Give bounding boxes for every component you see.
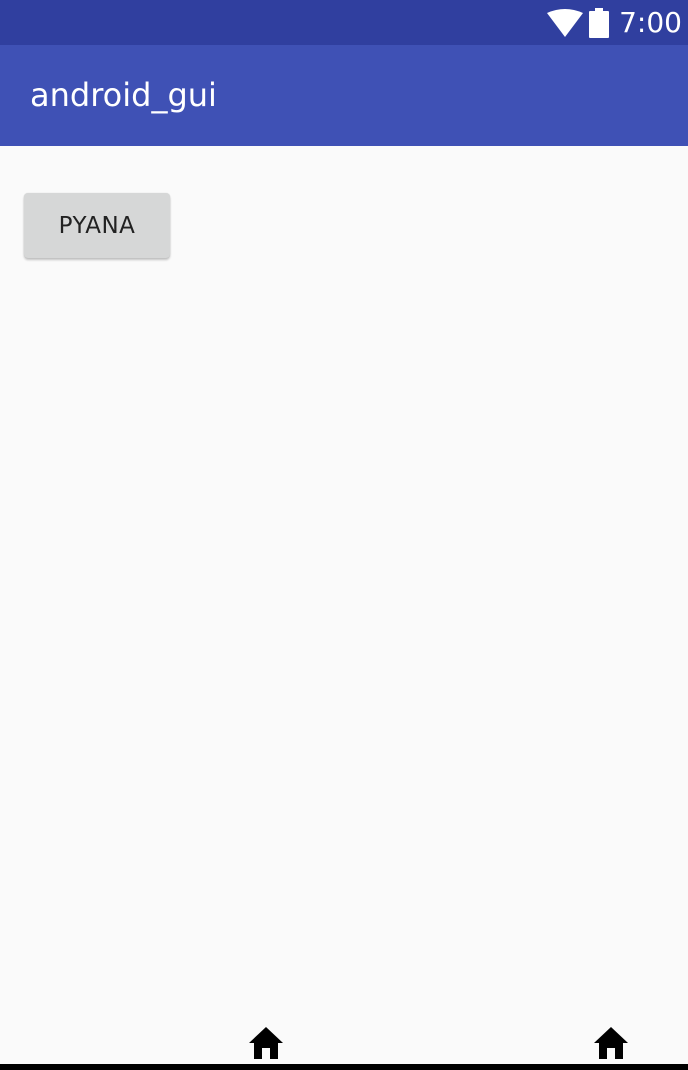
- status-bar: 7:00: [0, 0, 688, 45]
- pyana-button[interactable]: PYANA: [24, 193, 170, 258]
- app-bar: android_gui: [0, 45, 688, 146]
- home-icon[interactable]: [593, 1026, 629, 1060]
- navigation-bar: [0, 1020, 688, 1064]
- status-time: 7:00: [619, 6, 682, 39]
- status-icons: 7:00: [547, 0, 682, 45]
- bottom-edge: [0, 1064, 688, 1070]
- home-icon[interactable]: [248, 1026, 284, 1060]
- main-content: PYANA: [0, 146, 688, 1036]
- battery-icon: [589, 7, 610, 38]
- wifi-icon: [547, 8, 584, 37]
- app-title: android_gui: [30, 76, 217, 114]
